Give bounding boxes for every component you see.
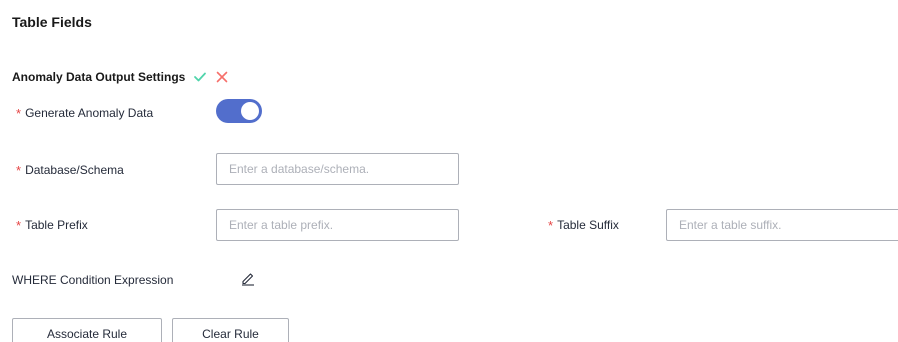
required-mark: * [16, 105, 22, 121]
table-prefix-input[interactable] [216, 209, 459, 241]
generate-anomaly-label: * Generate Anomaly Data [16, 103, 153, 123]
table-prefix-label-text: Table Prefix [25, 218, 88, 232]
table-suffix-input[interactable] [666, 209, 898, 241]
anomaly-settings-header: Anomaly Data Output Settings [12, 70, 229, 84]
anomaly-settings-title: Anomaly Data Output Settings [12, 70, 186, 84]
required-mark: * [16, 162, 22, 178]
clear-rule-button[interactable]: Clear Rule [172, 318, 289, 342]
table-prefix-label: * Table Prefix [16, 215, 88, 235]
where-condition-label: WHERE Condition Expression [12, 270, 173, 290]
toggle-knob [241, 102, 259, 120]
required-mark: * [548, 217, 554, 233]
associate-rule-button[interactable]: Associate Rule [12, 318, 162, 342]
check-icon[interactable] [193, 70, 207, 84]
where-condition-label-text: WHERE Condition Expression [12, 273, 174, 287]
generate-anomaly-label-text: Generate Anomaly Data [25, 106, 154, 120]
section-title: Table Fields [12, 14, 92, 30]
database-schema-input[interactable] [216, 153, 459, 185]
close-icon[interactable] [215, 70, 229, 84]
required-mark: * [16, 217, 22, 233]
pencil-icon[interactable] [240, 270, 256, 286]
database-label: * Database/Schema [16, 160, 124, 180]
page: Table Fields Anomaly Data Output Setting… [0, 0, 898, 342]
database-label-text: Database/Schema [25, 163, 124, 177]
table-suffix-label: * Table Suffix [548, 215, 619, 235]
generate-anomaly-toggle[interactable] [216, 99, 262, 123]
table-suffix-label-text: Table Suffix [557, 218, 619, 232]
